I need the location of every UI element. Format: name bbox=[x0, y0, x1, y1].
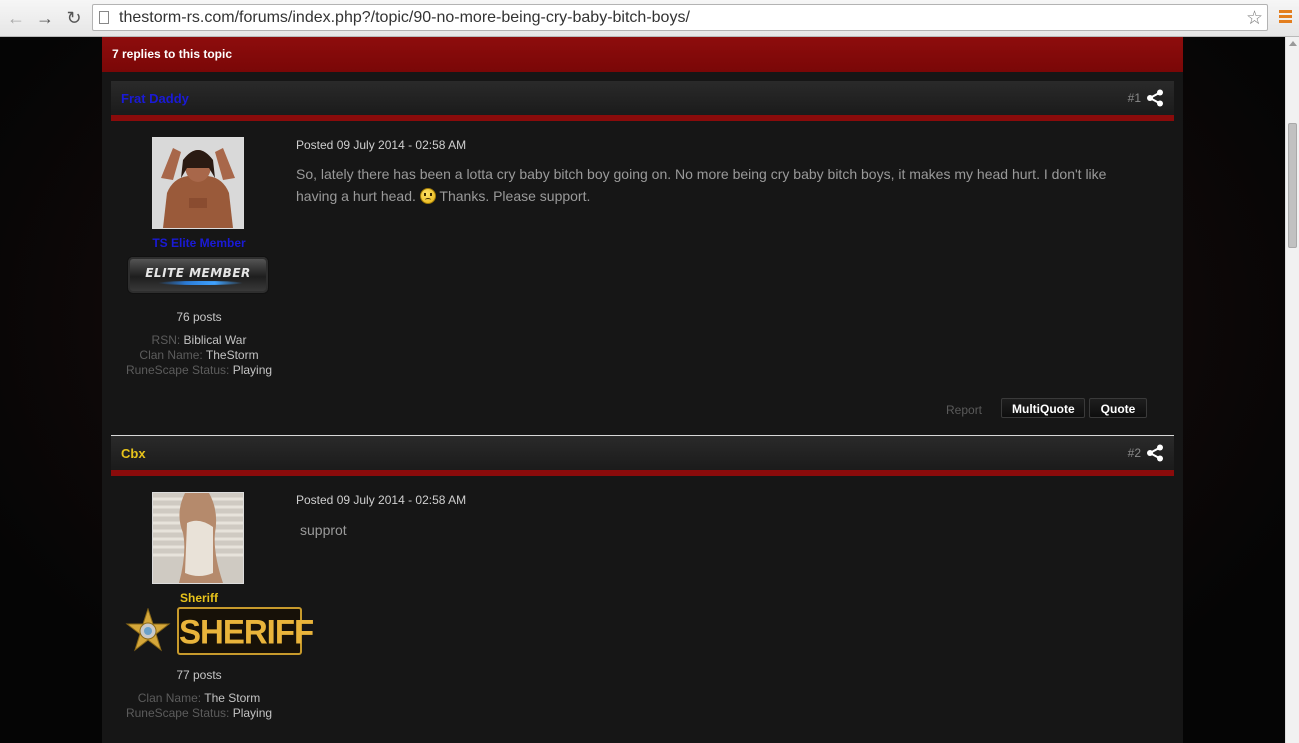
sad-smiley-icon bbox=[419, 188, 436, 204]
page-icon bbox=[99, 11, 109, 24]
arrow-right-icon: → bbox=[36, 7, 54, 28]
forward-button[interactable]: → bbox=[33, 6, 57, 30]
elite-member-badge: ELITE MEMBER bbox=[127, 256, 269, 294]
post-header-rule bbox=[111, 470, 1174, 476]
avatar-image bbox=[153, 138, 243, 228]
post-count: 76 posts bbox=[176, 310, 222, 324]
member-group-title: Sheriff bbox=[179, 591, 218, 605]
badge-text: SHERIFF bbox=[179, 612, 314, 651]
badge-text: ELITE MEMBER bbox=[145, 266, 251, 280]
profile-field-rsn: RSN: Biblical War bbox=[151, 333, 247, 347]
quote-button[interactable]: Quote bbox=[1089, 398, 1147, 418]
sheriff-badge: SHERIFF bbox=[177, 607, 314, 655]
reload-icon: ↻ bbox=[66, 7, 82, 28]
post-actions: Report MultiQuote Quote bbox=[946, 398, 1158, 420]
multiquote-button[interactable]: MultiQuote bbox=[1001, 398, 1085, 418]
post-body-line: having a hurt head. Thanks. Please suppo… bbox=[296, 188, 591, 204]
post-body: supprot bbox=[300, 522, 347, 538]
bookmark-star-icon[interactable]: ☆ bbox=[1246, 7, 1263, 30]
scroll-up-arrow-icon[interactable] bbox=[1289, 41, 1297, 46]
forum-content: 7 replies to this topic Frat Daddy #1 TS… bbox=[102, 37, 1183, 743]
address-bar[interactable]: thestorm-rs.com/forums/index.php?/topic/… bbox=[92, 4, 1268, 31]
replies-count: 7 replies to this topic bbox=[112, 47, 233, 61]
post-1: Frat Daddy #1 TS Elite Member ELITE MEMB… bbox=[111, 81, 1174, 435]
sheriff-star-icon bbox=[125, 608, 171, 652]
browser-menu-button[interactable] bbox=[1279, 10, 1293, 26]
member-group-title: TS Elite Member bbox=[152, 236, 246, 250]
profile-field-clan: Clan Name: TheStorm bbox=[139, 348, 259, 362]
report-link[interactable]: Report bbox=[946, 403, 982, 417]
post-date: Posted 09 July 2014 - 02:58 AM bbox=[296, 138, 467, 152]
post-number-link[interactable]: #1 bbox=[1128, 91, 1141, 105]
avatar[interactable] bbox=[152, 492, 244, 584]
avatar-image bbox=[153, 493, 243, 583]
post-2: Cbx #2 Sheriff SHERIFF 77 posts Clan Nam… bbox=[111, 436, 1174, 743]
profile-field-status: RuneScape Status: Playing bbox=[125, 363, 273, 377]
post-body-line: So, lately there has been a lotta cry ba… bbox=[296, 166, 1107, 182]
post-header-rule bbox=[111, 115, 1174, 121]
profile-field-clan: Clan Name: The Storm bbox=[137, 691, 261, 705]
post-number-link[interactable]: #2 bbox=[1128, 446, 1141, 460]
post-header: Frat Daddy #1 bbox=[111, 81, 1174, 115]
author-name-link[interactable]: Frat Daddy bbox=[121, 91, 189, 106]
scrollbar-thumb[interactable] bbox=[1288, 123, 1297, 248]
author-name-link[interactable]: Cbx bbox=[121, 446, 146, 461]
profile-field-status: RuneScape Status: Playing bbox=[125, 706, 273, 720]
back-button[interactable]: ← bbox=[4, 6, 28, 30]
avatar[interactable] bbox=[152, 137, 244, 229]
post-count: 77 posts bbox=[176, 668, 222, 682]
page-viewport: 7 replies to this topic Frat Daddy #1 TS… bbox=[0, 37, 1285, 743]
post-body: So, lately there has been a lotta cry ba… bbox=[296, 163, 1156, 207]
post-header: Cbx #2 bbox=[111, 436, 1174, 470]
replies-bar: 7 replies to this topic bbox=[102, 37, 1183, 72]
share-icon[interactable] bbox=[1146, 444, 1164, 462]
url-text: thestorm-rs.com/forums/index.php?/topic/… bbox=[119, 9, 690, 26]
share-icon[interactable] bbox=[1146, 89, 1164, 107]
post-date: Posted 09 July 2014 - 02:58 AM bbox=[296, 493, 467, 507]
browser-toolbar: ← → ↻ thestorm-rs.com/forums/index.php?/… bbox=[0, 0, 1299, 37]
badge-swoosh bbox=[158, 281, 243, 285]
page-scrollbar[interactable] bbox=[1285, 37, 1299, 743]
arrow-left-icon: ← bbox=[7, 7, 25, 28]
reload-button[interactable]: ↻ bbox=[62, 6, 86, 30]
menu-icon bbox=[1279, 10, 1292, 13]
